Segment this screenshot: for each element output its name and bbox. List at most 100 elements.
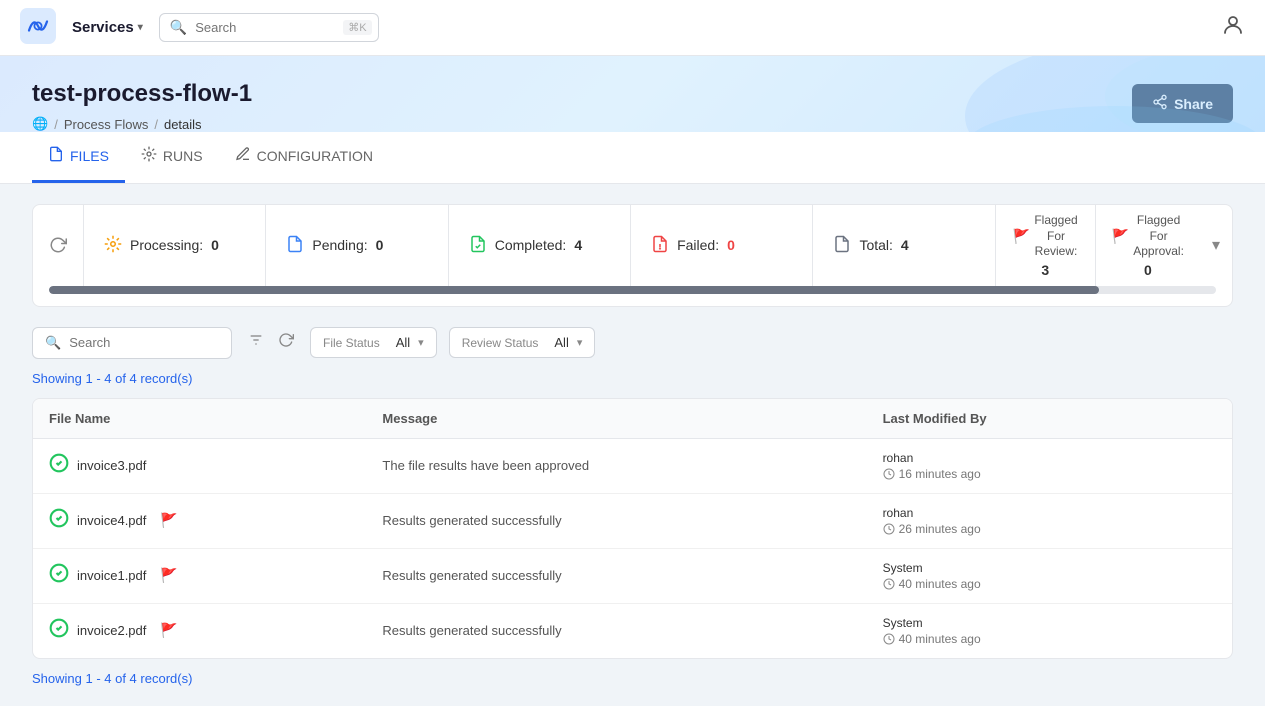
stat-pending: Pending: 0 — [266, 205, 448, 286]
stat-processing: Processing: 0 — [84, 205, 266, 286]
search-shortcut: ⌘K — [343, 20, 371, 35]
modified-time: 40 minutes ago — [883, 577, 1216, 591]
topnav: Services ▾ 🔍 ⌘K — [0, 0, 1265, 56]
file-name-cell: invoice4.pdf 🚩 — [49, 508, 382, 533]
share-button[interactable]: Share — [1132, 84, 1233, 123]
flag-icon: 🚩 — [160, 512, 177, 529]
progress-bar-fill — [49, 286, 1099, 294]
breadcrumb-sep2: / — [154, 117, 158, 132]
modified-cell: System 40 minutes ago — [883, 616, 1216, 646]
message-cell: Results generated successfully — [382, 513, 882, 528]
completed-label: Completed: — [495, 237, 567, 253]
file-status-icon — [49, 618, 69, 643]
records-count: Showing 1 - 4 of 4 record(s) — [32, 371, 1233, 386]
review-status-filter-label: Review Status — [462, 336, 539, 350]
modified-user: rohan — [883, 451, 1216, 465]
failed-value: 0 — [727, 237, 735, 253]
configuration-tab-icon — [235, 146, 251, 166]
progress-bar-container — [49, 286, 1216, 294]
table-header: File Name Message Last Modified By — [33, 399, 1232, 439]
failed-icon — [651, 235, 669, 256]
total-label: Total: — [859, 237, 892, 253]
completed-icon — [469, 235, 487, 256]
pending-value: 0 — [376, 237, 384, 253]
services-label: Services — [72, 19, 134, 36]
completed-value: 4 — [574, 237, 582, 253]
breadcrumb: 🌐 / Process Flows / details — [32, 116, 252, 132]
file-name: invoice1.pdf — [77, 568, 146, 583]
modified-cell: rohan 26 minutes ago — [883, 506, 1216, 536]
modified-time: 40 minutes ago — [883, 632, 1216, 646]
file-status-icon — [49, 563, 69, 588]
user-icon — [1221, 17, 1245, 42]
tab-configuration[interactable]: CONFIGURATION — [219, 132, 389, 183]
services-chevron-icon: ▾ — [138, 22, 143, 33]
table-row[interactable]: invoice1.pdf 🚩 Results generated success… — [33, 549, 1232, 604]
files-tab-icon — [48, 146, 64, 166]
bottom-records-count: Showing 1 - 4 of 4 record(s) — [32, 671, 1233, 686]
file-name: invoice3.pdf — [77, 458, 146, 473]
review-status-dropdown-icon: ▾ — [577, 336, 583, 349]
global-search-input[interactable] — [195, 20, 335, 35]
modified-cell: rohan 16 minutes ago — [883, 451, 1216, 481]
pending-icon — [286, 235, 304, 256]
file-status-filter-label: File Status — [323, 336, 380, 350]
global-search-bar: 🔍 ⌘K — [159, 13, 379, 42]
runs-tab-icon — [141, 146, 157, 166]
tab-configuration-label: CONFIGURATION — [257, 148, 373, 164]
col-modified: Last Modified By — [883, 411, 1216, 426]
stat-flagged-review: 🚩 FlaggedForReview: 3 — [996, 205, 1096, 286]
stat-completed: Completed: 4 — [449, 205, 631, 286]
file-name-cell: invoice2.pdf 🚩 — [49, 618, 382, 643]
page-title: test-process-flow-1 — [32, 80, 252, 108]
search-icon: 🔍 — [170, 19, 187, 36]
modified-time: 26 minutes ago — [883, 522, 1216, 536]
file-name: invoice4.pdf — [77, 513, 146, 528]
refresh-button[interactable] — [33, 205, 84, 286]
file-name-cell: invoice3.pdf — [49, 453, 382, 478]
pending-label: Pending: — [312, 237, 367, 253]
search-filter: 🔍 — [32, 327, 232, 359]
tab-runs-label: RUNS — [163, 148, 203, 164]
main-content: Processing: 0 Pending: 0 Completed: 4 — [0, 184, 1265, 706]
modified-user: System — [883, 561, 1216, 575]
tabs-bar: FILES RUNS CONFIGURATION — [0, 132, 1265, 184]
processing-icon — [104, 235, 122, 256]
file-name-cell: invoice1.pdf 🚩 — [49, 563, 382, 588]
file-status-filter-value: All — [396, 335, 410, 350]
services-button[interactable]: Services ▾ — [72, 19, 143, 36]
filter-actions — [244, 328, 298, 357]
processing-value: 0 — [211, 237, 219, 253]
tab-runs[interactable]: RUNS — [125, 132, 219, 183]
flagged-approval-value: 0 — [1144, 262, 1152, 278]
user-menu-button[interactable] — [1221, 13, 1245, 43]
file-name: invoice2.pdf — [77, 623, 146, 638]
stat-total: Total: 4 — [813, 205, 995, 286]
file-status-dropdown-icon: ▾ — [418, 336, 424, 349]
table-row[interactable]: invoice4.pdf 🚩 Results generated success… — [33, 494, 1232, 549]
stat-flagged-approval: 🚩 FlaggedForApproval: 0 — [1096, 205, 1200, 286]
flagged-review-label: FlaggedForReview: — [1034, 213, 1077, 260]
processing-label: Processing: — [130, 237, 203, 253]
table-row[interactable]: invoice3.pdf The file results have been … — [33, 439, 1232, 494]
col-filename: File Name — [49, 411, 382, 426]
file-status-filter[interactable]: File Status All ▾ — [310, 327, 437, 358]
total-icon — [833, 235, 851, 256]
filter-options-button[interactable] — [244, 328, 268, 357]
stats-expand-button[interactable]: ▾ — [1200, 205, 1232, 286]
tab-files-label: FILES — [70, 148, 109, 164]
review-status-filter[interactable]: Review Status All ▾ — [449, 327, 596, 358]
review-status-filter-value: All — [554, 335, 568, 350]
flagged-review-icon: 🚩 — [1013, 228, 1030, 245]
modified-user: rohan — [883, 506, 1216, 520]
table-row[interactable]: invoice2.pdf 🚩 Results generated success… — [33, 604, 1232, 658]
breadcrumb-sep1: / — [54, 117, 58, 132]
search-filter-icon: 🔍 — [45, 335, 61, 351]
share-label: Share — [1174, 96, 1213, 112]
search-filter-input[interactable] — [69, 335, 245, 350]
tab-files[interactable]: FILES — [32, 132, 125, 183]
breadcrumb-home-icon[interactable]: 🌐 — [32, 116, 48, 132]
modified-time: 16 minutes ago — [883, 467, 1216, 481]
breadcrumb-process-flows[interactable]: Process Flows — [64, 117, 149, 132]
filter-refresh-button[interactable] — [274, 328, 298, 357]
